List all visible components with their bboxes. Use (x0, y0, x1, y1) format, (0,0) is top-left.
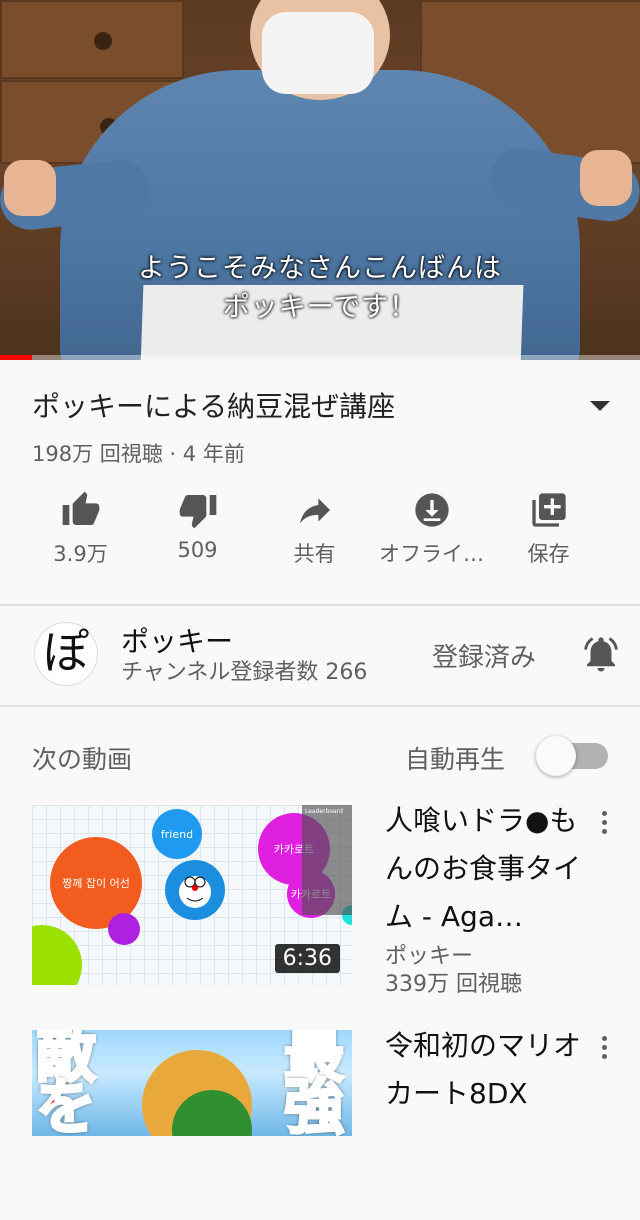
notification-bell-icon[interactable] (580, 633, 622, 675)
channel-avatar[interactable]: ぽ (34, 622, 98, 686)
video-title[interactable]: 令和初のマリオカート8DX (385, 1022, 595, 1136)
leaderboard: Leaderboard (302, 805, 352, 915)
video-title[interactable]: 人喰いドラ●もんのお食事タイム - Aga… (385, 797, 595, 941)
subscriber-count: チャンネル登録者数 266 (121, 660, 368, 685)
download-button[interactable]: オフライ… (373, 490, 490, 580)
game-cell: friend (152, 809, 202, 859)
subscribed-button[interactable]: 登録済み (432, 637, 536, 674)
divider (0, 604, 640, 606)
divider (0, 705, 640, 707)
leaderboard-title: Leaderboard (305, 808, 343, 815)
video-meta: 198万 回視聴 · 4 年前 (32, 442, 245, 466)
autoplay-label: 自動再生 (405, 745, 506, 774)
up-next-video-item[interactable]: 짱께 잡이 어선 friend 카카로트 카카로트 Leaderboard 6:… (32, 804, 622, 997)
thumbs-up-icon (62, 491, 99, 525)
thumbnail-text: 敵を (35, 1030, 98, 1136)
share-button[interactable]: 共有 (256, 490, 373, 580)
doraemon-cell (165, 860, 225, 920)
save-to-playlist-icon (531, 493, 566, 527)
share-label: 共有 (293, 542, 336, 566)
video-title: ポッキーによる納豆混ぜ講座 (32, 390, 396, 423)
video-duration: 6:36 (274, 944, 340, 973)
like-button[interactable]: 3.9万 (22, 490, 139, 580)
game-cell (108, 913, 140, 945)
download-icon (414, 493, 449, 527)
video-title-row[interactable]: ポッキーによる納豆混ぜ講座 (32, 385, 622, 429)
dislike-count: 509 (177, 538, 218, 562)
more-options-icon[interactable] (602, 811, 608, 838)
action-bar: 3.9万 509 共有 オフライ… 保存 (22, 490, 622, 580)
download-label: オフライ… (379, 542, 484, 566)
more-options-icon[interactable] (602, 1036, 608, 1063)
drawer-knob (94, 32, 112, 50)
subtitle-line-1: ようこそみなさんこんばんは (138, 253, 502, 284)
up-next-label: 次の動画 (32, 745, 133, 774)
like-count: 3.9万 (53, 542, 108, 566)
person-fist (4, 160, 56, 216)
up-next-video-item[interactable]: 敵を 最強 令和初のマリオカート8DX (32, 1029, 622, 1220)
save-button[interactable]: 保存 (490, 490, 607, 580)
thumbs-down-icon (179, 495, 216, 529)
autoplay-toggle-knob[interactable] (536, 736, 576, 776)
video-player[interactable]: ようこそみなさんこんばんは ポッキーです！ (0, 0, 640, 360)
progress-bar[interactable] (0, 355, 640, 360)
subtitle-line-2: ポッキーです！ (222, 292, 418, 323)
dislike-button[interactable]: 509 (139, 490, 256, 580)
video-views: 339万 回視聴 (385, 972, 522, 997)
progress-bar-played (0, 355, 32, 360)
video-thumbnail[interactable]: 짱께 잡이 어선 friend 카카로트 카카로트 Leaderboard 6:… (32, 805, 352, 985)
thumbnail-text: 最強 (283, 1030, 346, 1136)
face-mask (262, 12, 374, 94)
background-drawer (0, 0, 184, 79)
save-label: 保存 (527, 542, 570, 566)
share-icon (299, 498, 330, 524)
expand-description-icon[interactable] (590, 401, 610, 411)
person-fist (580, 150, 632, 206)
video-thumbnail[interactable]: 敵を 最強 (32, 1030, 352, 1136)
